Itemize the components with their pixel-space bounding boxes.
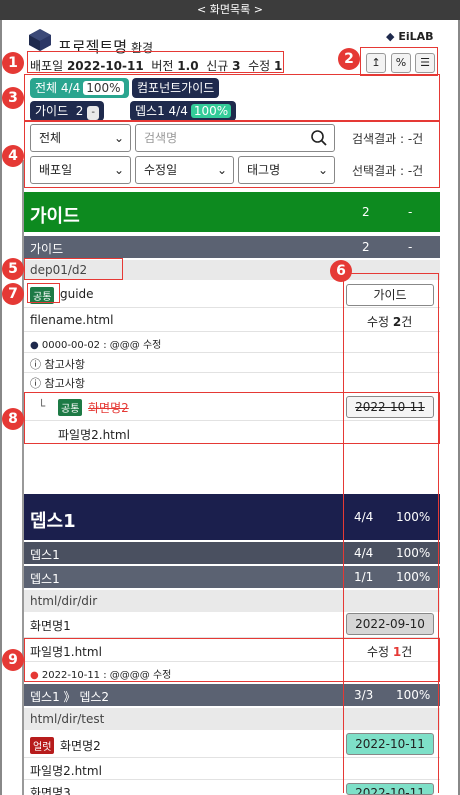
info-icon: ⓘ (30, 358, 41, 371)
brand-name: EiLAB (398, 30, 434, 43)
annotation-badge-6: 6 (330, 260, 352, 282)
screen-2-file[interactable]: 파일명2.html (30, 762, 102, 779)
annotation-box-3 (24, 74, 440, 121)
annotation-badge-4: 4 (2, 145, 24, 167)
guide-file-name[interactable]: filename.html (30, 313, 113, 327)
annotation-box-6 (343, 273, 439, 793)
guide-section-header[interactable]: 가이드 2 - (24, 192, 440, 232)
guide-note-2-text: 참고사항 (44, 377, 85, 390)
guide-subsection-count: 2 (362, 240, 370, 254)
guide-section-title: 가이드 (30, 206, 80, 227)
annotation-box-1 (27, 51, 284, 73)
window-title: < 화면목록 > (0, 0, 460, 20)
guide-item-name: guide (60, 287, 94, 301)
info-icon: ⓘ (30, 377, 41, 390)
annotation-box-7 (27, 283, 60, 303)
depth-sub1-title: 뎁스1 (30, 548, 60, 562)
annotation-badge-2: 2 (338, 48, 360, 70)
bullet-icon: ● (30, 340, 39, 351)
guide-note-1: ⓘ 참고사항 (30, 356, 85, 372)
alert-tag: 얼럿 (30, 737, 55, 754)
guide-subsection-pct: - (408, 240, 413, 254)
annotation-badge-8: 8 (2, 408, 24, 430)
depth-path-2: html/dir/test (30, 712, 105, 726)
guide-section-pct: - (408, 205, 413, 219)
depth-sub3-title: 뎁스1 》 뎁스2 (30, 690, 110, 704)
guide-note-2: ⓘ 참고사항 (30, 375, 85, 391)
annotation-box-2 (360, 47, 438, 76)
guide-section-count: 2 (362, 205, 370, 219)
annotation-badge-9: 9 (2, 649, 24, 671)
brand-logo: ◆ EiLAB (386, 30, 434, 43)
guide-note-1-text: 참고사항 (44, 358, 85, 371)
annotation-badge-3: 3 (2, 87, 24, 109)
guide-history-text: 0000-00-02 : @@@ 수정 (41, 340, 162, 351)
guide-subsection-header[interactable]: 가이드 2 - (24, 236, 440, 258)
annotation-box-4 (24, 121, 440, 188)
screen-3-name[interactable]: 화면명3 (30, 784, 71, 795)
logo-icon (29, 29, 51, 51)
annotation-badge-1: 1 (2, 52, 24, 74)
annotation-badge-7: 7 (2, 283, 24, 305)
annotation-badge-5: 5 (2, 258, 24, 280)
screen-1-name[interactable]: 화면명1 (30, 617, 71, 634)
annotation-box-5 (24, 258, 123, 280)
depth-path-1: html/dir/dir (30, 594, 98, 608)
depth-sub2-title: 뎁스1 (30, 572, 60, 586)
guide-history: ● 0000-00-02 : @@@ 수정 (30, 336, 161, 351)
guide-subsection-title: 가이드 (30, 242, 64, 256)
screen-2-name: 화면명2 (60, 739, 101, 753)
depth-section-title: 뎁스1 (30, 511, 76, 532)
